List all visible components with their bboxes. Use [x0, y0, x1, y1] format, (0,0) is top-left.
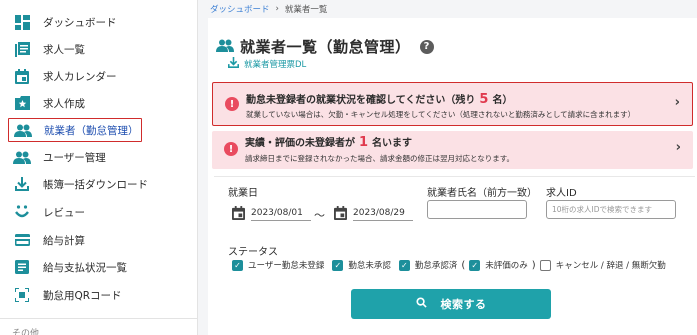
- sidebar-item-dashboard[interactable]: ダッシュボード: [8, 10, 192, 34]
- status-checkbox-group: ✓ ユーザー勤怠未登録 ✓ 勤怠未承認 ✓ 勤怠承認済 ( ✓ 未評価のみ ) …: [232, 259, 674, 271]
- date-to-field[interactable]: 2023/08/29: [334, 206, 413, 223]
- date-range-separator: 〜: [314, 209, 325, 222]
- checkbox-label: ユーザー勤怠未登録: [248, 261, 325, 271]
- page-title: 就業者一覧（勤怠管理）: [240, 38, 411, 56]
- status-checkbox-cancelled[interactable]: キャンセル / 辞退 / 無断欠勤: [539, 259, 666, 271]
- alert-title-suffix: 名）: [492, 95, 513, 106]
- warning-icon: !: [224, 142, 238, 156]
- checkbox-label: 勤怠未承認: [348, 261, 391, 271]
- warning-icon: !: [225, 97, 239, 111]
- paren-open: (: [461, 259, 466, 271]
- card-icon: [12, 230, 32, 250]
- sidebar-item-label: レビュー: [43, 206, 85, 219]
- sidebar-item-review[interactable]: レビュー: [8, 200, 192, 224]
- date-to-input[interactable]: 2023/08/29: [353, 208, 413, 221]
- alert-title-text: 勤怠未登録者の就業状況を確認してください（残り: [246, 95, 476, 106]
- checkbox-label: 勤怠承認済: [414, 261, 458, 271]
- sidebar-item-job-create[interactable]: 求人作成: [8, 91, 192, 115]
- job-list-icon: [12, 39, 32, 59]
- sidebar-item-label: 求人カレンダー: [43, 70, 117, 83]
- unregistered-evaluation-alert[interactable]: ! 実績・評価の未登録者が 1 名います 請求締日までに登録されなかった場合、請求金…: [212, 131, 693, 169]
- date-from-field[interactable]: 2023/08/01: [232, 206, 311, 223]
- job-id-label: 求人ID: [546, 188, 577, 199]
- sidebar-item-label: 勤怠用QRコード: [43, 289, 122, 302]
- search-icon: [415, 297, 427, 311]
- alert-detail: 就業していない場合は、欠勤・キャンセル処理をしてください（処理されないと勤務済み…: [246, 110, 636, 119]
- sidebar-divider: [0, 318, 197, 319]
- main-content: ダッシュボード › 就業者一覧 就業者一覧（勤怠管理） ? 就業者管理票DL !…: [198, 0, 697, 335]
- workers-icon: [13, 120, 33, 140]
- worker-name-label: 就業者氏名（前方一致）: [427, 188, 537, 199]
- calendar-icon: [334, 206, 347, 223]
- dashboard-icon: [12, 12, 32, 32]
- job-id-input[interactable]: 10桁の求人IDで検索できます: [546, 200, 676, 219]
- sidebar-item-workers[interactable]: 就業者（勤怠管理）: [8, 118, 142, 142]
- sidebar-section-other: その他: [12, 329, 40, 335]
- workers-icon: [216, 39, 234, 55]
- sidebar: ダッシュボード 求人一覧 求人カレンダー 求人作成 就業者（勤怠管理） ユーザー…: [0, 0, 198, 335]
- breadcrumb: ダッシュボード › 就業者一覧: [210, 3, 327, 15]
- sidebar-item-job-list[interactable]: 求人一覧: [8, 37, 192, 61]
- calendar-icon: [232, 206, 245, 223]
- sidebar-item-label: ダッシュボード: [43, 16, 117, 29]
- alert-title: 勤怠未登録者の就業状況を確認してください（残り 5 名）: [246, 91, 512, 107]
- review-icon: [12, 202, 32, 222]
- download-sheet-link[interactable]: 就業者管理票DL: [228, 57, 306, 71]
- alert-title-suffix: 名います: [372, 138, 413, 149]
- paren-close: ): [531, 259, 536, 271]
- status-checkbox-unrated-only[interactable]: ✓ 未評価のみ: [469, 259, 528, 271]
- sidebar-item-label: 給与計算: [43, 234, 85, 247]
- sidebar-item-label: 帳簿一括ダウンロード: [43, 178, 148, 191]
- unregistered-attendance-alert[interactable]: ! 勤怠未登録者の就業状況を確認してください（残り 5 名） 就業していない場合は、…: [212, 82, 693, 126]
- breadcrumb-separator: ›: [275, 4, 279, 14]
- alert-title-text: 実績・評価の未登録者が: [245, 138, 355, 149]
- status-checkbox-approved[interactable]: ✓ 勤怠承認済: [398, 259, 458, 271]
- sidebar-item-label: ユーザー管理: [43, 151, 106, 164]
- help-icon[interactable]: ?: [419, 39, 434, 54]
- download-icon: [12, 174, 32, 194]
- checkbox-checked-icon: ✓: [469, 259, 481, 271]
- status-checkbox-unregistered[interactable]: ✓ ユーザー勤怠未登録: [232, 259, 324, 271]
- work-date-label: 就業日: [228, 188, 258, 199]
- sidebar-item-label: 求人作成: [43, 97, 85, 110]
- qr-icon: [12, 285, 32, 305]
- sidebar-item-payment-status[interactable]: 給与支払状況一覧: [8, 255, 192, 279]
- checkbox-checked-icon: ✓: [232, 259, 243, 271]
- breadcrumb-current: 就業者一覧: [284, 5, 328, 15]
- alert-title: 実績・評価の未登録者が 1 名います: [245, 134, 412, 150]
- checkbox-label: キャンセル / 辞退 / 無断欠勤: [555, 261, 666, 271]
- search-button[interactable]: 検索する: [351, 289, 551, 319]
- checkbox-label: 未評価のみ: [485, 261, 528, 271]
- users-icon: [12, 147, 32, 167]
- search-form: 就業日 2023/08/01 〜 2023/08/29 就業者氏名（前方一致） …: [214, 176, 695, 328]
- sidebar-item-bulk-download[interactable]: 帳簿一括ダウンロード: [8, 172, 192, 196]
- date-from-input[interactable]: 2023/08/01: [251, 208, 311, 221]
- status-label: ステータス: [228, 247, 278, 258]
- sidebar-item-payroll[interactable]: 給与計算: [8, 228, 192, 252]
- download-icon: [228, 57, 239, 71]
- sidebar-item-qr-code[interactable]: 勤怠用QRコード: [8, 283, 192, 307]
- breadcrumb-home[interactable]: ダッシュボード: [210, 3, 270, 15]
- chevron-right-icon: ›: [674, 95, 680, 110]
- chevron-right-icon: ›: [675, 140, 681, 155]
- job-create-icon: [12, 93, 32, 113]
- alert-count: 5: [479, 92, 489, 107]
- sidebar-item-user-management[interactable]: ユーザー管理: [8, 145, 192, 169]
- alert-count: 1: [359, 135, 369, 150]
- sidebar-item-label: 求人一覧: [43, 43, 85, 56]
- checkbox-checked-icon: ✓: [398, 259, 410, 271]
- worker-name-input[interactable]: [427, 200, 527, 219]
- calendar-icon: [12, 66, 32, 86]
- sidebar-item-label: 就業者（勤怠管理）: [44, 124, 139, 137]
- sidebar-item-job-calendar[interactable]: 求人カレンダー: [8, 64, 192, 88]
- status-checkbox-unapproved[interactable]: ✓ 勤怠未承認: [332, 259, 391, 271]
- page-header: 就業者一覧（勤怠管理） ?: [216, 36, 434, 57]
- search-button-label: 検索する: [440, 298, 487, 311]
- checkbox-unchecked-icon: [539, 259, 551, 271]
- download-sheet-label: 就業者管理票DL: [244, 60, 307, 70]
- list-icon: [12, 257, 32, 277]
- sidebar-item-label: 給与支払状況一覧: [43, 261, 127, 274]
- alert-detail: 請求締日までに登録されなかった場合、請求金額の修正は翌月対応となります。: [245, 154, 515, 163]
- checkbox-checked-icon: ✓: [332, 259, 344, 271]
